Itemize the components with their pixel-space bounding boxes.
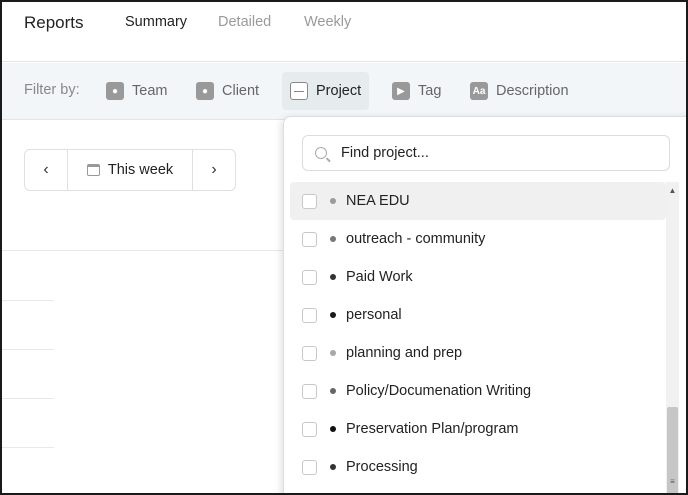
project-checkbox[interactable]	[302, 269, 317, 285]
list-item[interactable]: planning and prep	[290, 334, 666, 372]
scroll-up-arrow-icon[interactable]: ▲	[666, 184, 679, 196]
date-range-picker-button[interactable]: This week	[67, 150, 193, 190]
search-icon	[315, 147, 327, 159]
project-color-dot	[330, 312, 336, 318]
project-label: Paid Work	[346, 269, 413, 285]
project-color-dot	[330, 198, 336, 204]
project-label: NEA EDU	[346, 193, 410, 209]
project-label: planning and prep	[346, 345, 463, 361]
date-range-selector: ‹ This week ›	[24, 149, 236, 191]
filter-team-label: Team	[132, 83, 168, 99]
project-color-dot	[330, 274, 336, 280]
project-search-input[interactable]: Find project...	[302, 135, 670, 171]
scrollbar-thumb[interactable]: ≡	[667, 407, 678, 493]
date-range-label: This week	[107, 162, 174, 178]
project-search-placeholder: Find project...	[341, 145, 429, 161]
list-item[interactable]: Processing	[290, 448, 666, 486]
filter-tag-label: Tag	[418, 83, 442, 99]
reports-header: Reports Summary Detailed Weekly	[2, 2, 686, 62]
filter-label: Filter by:	[24, 82, 80, 98]
project-color-dot	[330, 350, 336, 356]
project-checkbox[interactable]	[302, 307, 317, 323]
blank-panel	[54, 293, 319, 493]
calendar-icon	[86, 164, 100, 176]
filter-client-button[interactable]: ● Client	[188, 72, 267, 110]
tab-detailed[interactable]: Detailed	[218, 14, 271, 30]
list-item[interactable]: Preservation Plan/program	[290, 410, 666, 448]
project-label: personal	[346, 307, 402, 323]
project-color-dot	[330, 236, 336, 242]
list-item[interactable]: Policy/Documenation Writing	[290, 372, 666, 410]
project-list-scrollbar[interactable]: ▲ ≡	[666, 182, 679, 493]
project-filter-dropdown: Find project... NEA EDU outreach - commu…	[283, 116, 686, 493]
description-icon: Aa	[470, 82, 488, 100]
project-label: Policy/Documenation Writing	[346, 383, 532, 399]
filter-client-label: Client	[222, 83, 260, 99]
project-label: Processing	[346, 459, 418, 475]
project-label: outreach - community	[346, 231, 486, 247]
project-checkbox[interactable]	[302, 231, 317, 247]
tag-icon: ▶	[392, 82, 410, 100]
filter-description-label: Description	[496, 83, 569, 99]
previous-week-button[interactable]: ‹	[25, 150, 67, 190]
list-item[interactable]: outreach - community	[290, 220, 666, 258]
app-window: Reports Summary Detailed Weekly Filter b…	[0, 0, 688, 495]
project-color-dot	[330, 388, 336, 394]
client-icon: ●	[196, 82, 214, 100]
project-checkbox[interactable]	[302, 193, 317, 209]
page-title: Reports	[24, 13, 84, 32]
project-icon: —	[290, 82, 308, 100]
list-item[interactable]: NEA EDU	[290, 182, 666, 220]
project-list: NEA EDU outreach - community Paid Work p…	[290, 182, 666, 486]
filter-bar: Filter by: ● Team ● Client — Project ▶ T…	[2, 63, 686, 120]
list-item[interactable]: personal	[290, 296, 666, 334]
filter-project-label: Project	[316, 83, 362, 99]
filter-description-button[interactable]: Aa Description	[462, 72, 577, 110]
tab-summary[interactable]: Summary	[125, 14, 187, 30]
next-week-button[interactable]: ›	[193, 150, 235, 190]
filter-project-button[interactable]: — Project	[282, 72, 370, 110]
project-checkbox[interactable]	[302, 383, 317, 399]
team-icon: ●	[106, 82, 124, 100]
filter-team-button[interactable]: ● Team	[98, 72, 175, 110]
tab-weekly[interactable]: Weekly	[304, 14, 351, 30]
project-checkbox[interactable]	[302, 421, 317, 437]
project-color-dot	[330, 464, 336, 470]
list-item[interactable]: Paid Work	[290, 258, 666, 296]
filter-tag-button[interactable]: ▶ Tag	[384, 72, 449, 110]
project-label: Preservation Plan/program	[346, 421, 519, 437]
project-checkbox[interactable]	[302, 345, 317, 361]
project-color-dot	[330, 426, 336, 432]
project-checkbox[interactable]	[302, 459, 317, 475]
